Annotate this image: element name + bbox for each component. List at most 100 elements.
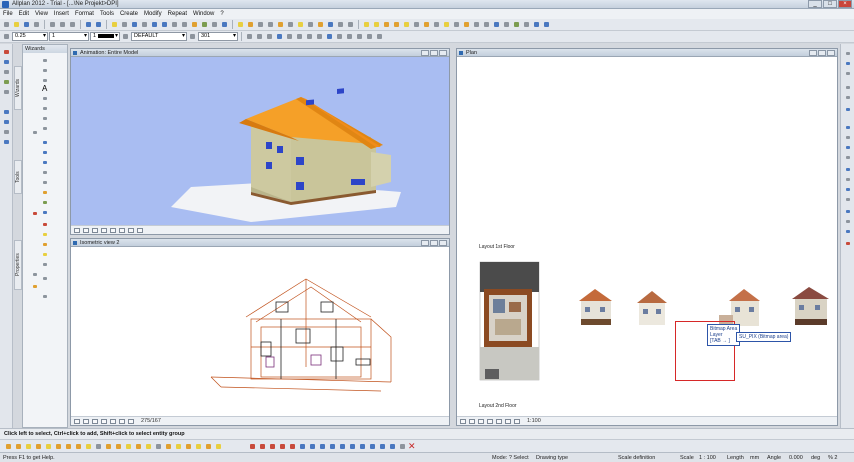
zoom-strip-icon[interactable] [2,118,11,126]
bt-10-icon[interactable] [94,442,103,451]
help-icon[interactable] [542,20,551,29]
palette-opening-icon[interactable] [41,159,49,166]
grid-icon[interactable] [180,20,189,29]
window-split-icon[interactable] [150,20,159,29]
text-icon[interactable] [286,20,295,29]
cut-icon[interactable] [48,20,57,29]
tool-m-icon[interactable] [482,20,491,29]
menu-insert[interactable]: Insert [54,11,69,17]
fmt-c-icon[interactable] [265,32,274,41]
snap-icon[interactable] [236,20,245,29]
bt-29-icon[interactable] [308,442,317,451]
right-r-icon[interactable] [844,240,852,247]
status-angle-unit[interactable]: deg [811,453,820,462]
hatch-select-icon[interactable] [188,32,197,41]
palette-sphere-icon[interactable] [31,129,39,136]
right-p-icon[interactable] [844,218,852,225]
pen-icon[interactable] [2,32,11,41]
tool-f-icon[interactable] [412,20,421,29]
tab-properties[interactable]: Properties [14,240,22,290]
pan-icon[interactable] [101,418,107,424]
bt-25-icon[interactable] [268,442,277,451]
dimension-icon[interactable] [276,20,285,29]
palette-roof-icon[interactable] [41,189,49,196]
undo-icon[interactable] [84,20,93,29]
layer-strip-icon[interactable] [2,58,11,66]
fmt-g-icon[interactable] [305,32,314,41]
view-icon[interactable] [210,20,219,29]
tool-g-icon[interactable] [422,20,431,29]
menu-modify[interactable]: Modify [144,11,162,17]
status-angle-value[interactable]: 0.000 [789,453,803,462]
fill-icon[interactable] [316,20,325,29]
zoom-window-icon[interactable] [83,418,89,424]
zoom-in-icon[interactable] [496,418,502,424]
tool-c-icon[interactable] [382,20,391,29]
zoom-all-icon[interactable] [74,227,80,233]
status-drawing-type[interactable]: Drawing type [536,453,568,462]
menu-create[interactable]: Create [120,11,138,17]
iso-scale-readout[interactable]: 275/167 [141,417,161,426]
view-set-icon[interactable] [514,418,520,424]
right-e-icon[interactable] [844,94,852,101]
fmt-j-icon[interactable] [335,32,344,41]
fmt-m-icon[interactable] [365,32,374,41]
status-scale-value[interactable]: 1 : 100 [699,453,716,462]
palette-area-icon[interactable] [41,209,49,216]
bt-3-icon[interactable] [24,442,33,451]
window-opening-icon[interactable] [346,20,355,29]
bt-37-icon[interactable] [388,442,397,451]
tab-tools[interactable]: Tools [14,160,22,194]
menu-tools[interactable]: Tools [100,11,114,17]
palette-misc-icon[interactable] [41,261,49,268]
zoom-out-icon[interactable] [505,418,511,424]
zoom-window-icon[interactable] [83,227,89,233]
bt-14-icon[interactable] [134,442,143,451]
palette-column-icon[interactable] [41,149,49,156]
palette-slab-icon[interactable] [41,169,49,176]
zoom-out-icon[interactable] [119,418,125,424]
cancel-icon[interactable]: ✕ [408,441,416,451]
right-l-icon[interactable] [844,176,852,183]
print-icon[interactable] [32,20,41,29]
palette-yellow-icon[interactable] [41,231,49,238]
tool-j-icon[interactable] [452,20,461,29]
fmt-a-icon[interactable] [245,32,254,41]
menu-view[interactable]: View [35,11,48,17]
palette-room-icon[interactable] [41,199,49,206]
tab-wizards[interactable]: Wizards [14,66,22,110]
pick-icon[interactable] [2,48,11,56]
right-k-icon[interactable] [844,166,852,173]
window-tile-icon[interactable] [160,20,169,29]
palette-wall-icon[interactable] [41,139,49,146]
palette-fill-icon[interactable] [41,125,49,132]
zoom-prev-icon[interactable] [92,418,98,424]
zoom-in-icon[interactable] [110,227,116,233]
view-maximize-button[interactable] [430,240,438,246]
hatch-icon[interactable] [306,20,315,29]
view-minimize-button[interactable] [809,50,817,56]
select-strip-icon[interactable] [2,108,11,116]
zoom-out-icon[interactable] [119,227,125,233]
animation-icon[interactable] [200,20,209,29]
color-select[interactable]: 1 [90,32,120,41]
track-icon[interactable] [246,20,255,29]
status-scale-definition[interactable]: Scale definition [618,453,655,462]
zoom-window-icon[interactable] [469,418,475,424]
bt-9-icon[interactable] [84,442,93,451]
right-a-icon[interactable] [844,50,852,57]
tool-h-icon[interactable] [432,20,441,29]
right-g-icon[interactable] [844,124,852,131]
pan-icon[interactable] [487,418,493,424]
tool-n-icon[interactable] [492,20,501,29]
bt-35-icon[interactable] [368,442,377,451]
filter-strip-icon[interactable] [2,138,11,146]
model-strip-icon[interactable] [2,78,11,86]
tool-p-icon[interactable] [512,20,521,29]
bt-11-icon[interactable] [104,442,113,451]
bt-6-icon[interactable] [54,442,63,451]
bt-31-icon[interactable] [328,442,337,451]
line-type-select[interactable]: 1 [49,32,89,41]
bt-33-icon[interactable] [348,442,357,451]
view-minimize-button[interactable] [421,50,429,56]
